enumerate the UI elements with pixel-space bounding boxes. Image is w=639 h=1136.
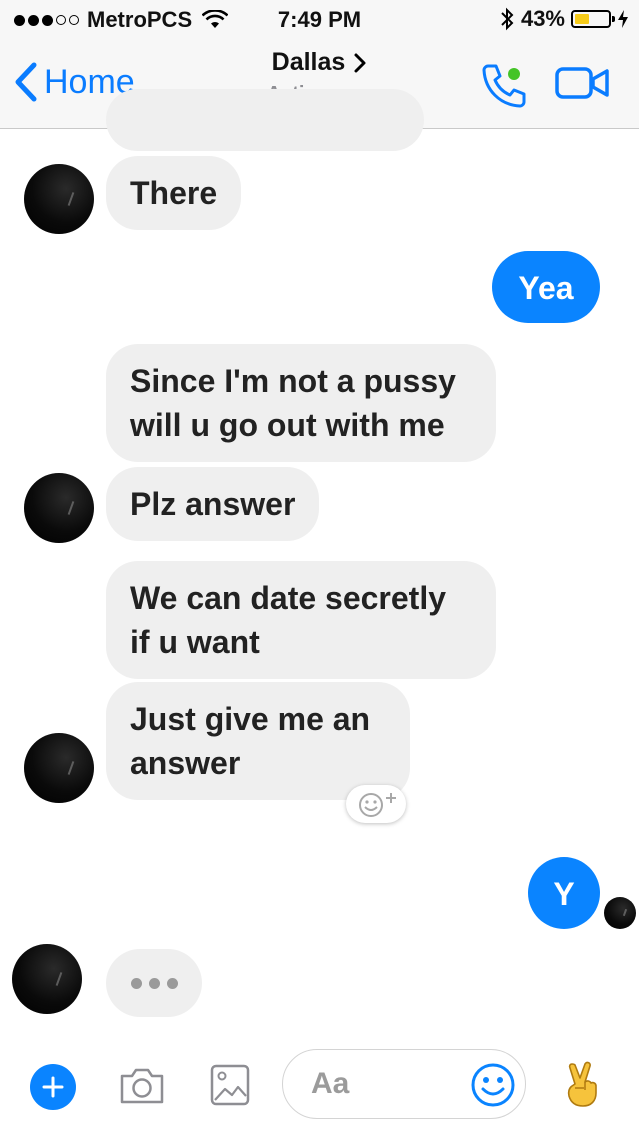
battery-percent: 43% [520, 6, 565, 31]
message-bubble-outgoing[interactable]: Y [528, 857, 600, 929]
bluetooth-icon [501, 7, 514, 31]
quick-reaction-button[interactable] [562, 1060, 602, 1118]
battery-icon [571, 10, 615, 28]
contact-avatar[interactable] [24, 164, 94, 234]
message-input-placeholder: Aa [311, 1067, 350, 1100]
video-camera-icon [555, 67, 609, 99]
add-reaction-button[interactable] [346, 785, 406, 823]
message-composer: Aa [0, 1034, 639, 1136]
message-bubble-partial [106, 89, 424, 151]
message-bubble-incoming[interactable]: Just give me an answer [106, 682, 410, 800]
more-actions-button[interactable] [30, 1064, 76, 1110]
typing-indicator [106, 949, 202, 1017]
victory-hand-icon [567, 1061, 597, 1107]
chevron-right-icon [354, 53, 366, 72]
message-bubble-incoming[interactable]: We can date secretly if u want [106, 561, 496, 679]
plus-icon [42, 1076, 64, 1098]
read-receipt-avatar [604, 897, 636, 929]
contact-avatar[interactable] [24, 733, 94, 803]
status-right: 43% [499, 6, 629, 32]
camera-button[interactable] [118, 1066, 166, 1111]
contact-avatar[interactable] [24, 473, 94, 543]
message-bubble-incoming[interactable]: Plz answer [106, 467, 320, 541]
charging-icon [618, 10, 628, 28]
message-bubble-outgoing[interactable]: Yea [492, 251, 600, 323]
contact-name: Dallas [271, 48, 346, 76]
message-bubble-incoming[interactable]: Since I'm not a pussy will u go out with… [106, 344, 496, 462]
add-reaction-icon [359, 793, 396, 817]
phone-icon [482, 64, 526, 108]
camera-icon [120, 1068, 164, 1104]
gallery-button[interactable] [210, 1064, 250, 1111]
message-list[interactable]: There Yea Since I'm not a pussy will u g… [0, 89, 639, 1034]
message-bubble-incoming[interactable]: There [106, 156, 242, 230]
image-icon [210, 1064, 250, 1106]
battery-fill [575, 14, 589, 24]
voice-call-button[interactable] [480, 62, 528, 113]
emoji-button[interactable] [470, 1062, 516, 1113]
contact-avatar[interactable] [12, 944, 82, 1014]
status-bar: MetroPCS 7:49 PM 43% [0, 0, 639, 40]
emoji-icon [471, 1063, 515, 1107]
video-call-button[interactable] [555, 66, 611, 105]
